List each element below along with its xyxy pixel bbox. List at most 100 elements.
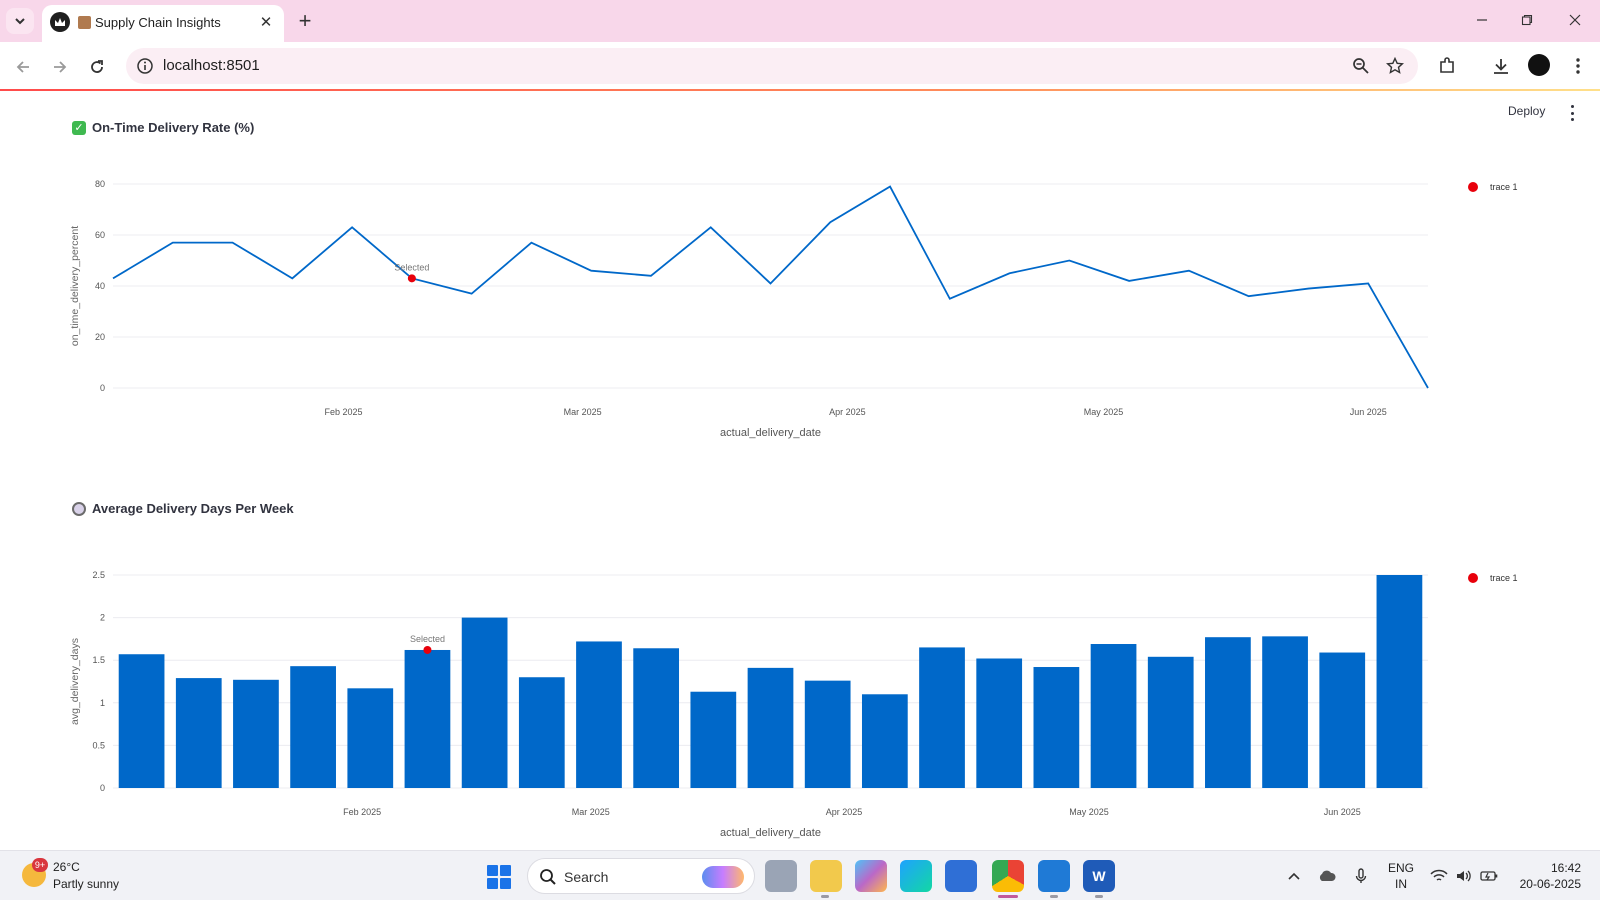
chart-ontime-line[interactable]: 0 20 40 60 80 Feb 2025 Mar 2025 Apr 2025 May 202…	[0, 91, 1600, 461]
legend-marker	[1468, 182, 1478, 192]
app-indicator	[821, 895, 829, 898]
weather-temp[interactable]: 26°C	[53, 860, 80, 874]
close-icon[interactable]: ✕	[256, 12, 276, 32]
bar	[1147, 656, 1194, 788]
bar	[747, 667, 794, 788]
zoom-icon[interactable]	[1350, 55, 1372, 77]
file-explorer-icon[interactable]	[810, 860, 842, 892]
store-icon[interactable]	[945, 860, 977, 892]
bar	[919, 647, 965, 788]
selected-label: Selected	[394, 262, 429, 272]
app-indicator	[1050, 895, 1058, 898]
bar	[576, 641, 622, 788]
x-tick-label: May 2025	[1084, 407, 1124, 417]
package-icon	[78, 16, 91, 29]
close-window-icon[interactable]	[1553, 6, 1597, 34]
y-tick-label: 0	[100, 783, 105, 793]
y-tick-label: 60	[95, 230, 105, 240]
app-indicator-active	[998, 895, 1018, 898]
legend-label: trace 1	[1490, 573, 1518, 583]
bar	[233, 679, 279, 788]
search-label: Search	[564, 869, 609, 885]
bookmark-star-icon[interactable]	[1384, 55, 1406, 77]
copilot-icon[interactable]	[855, 860, 887, 892]
bar	[518, 677, 565, 788]
x-tick-label: Apr 2025	[829, 407, 866, 417]
x-tick-label: Mar 2025	[572, 807, 610, 817]
y-axis-title: on_time_delivery_percent	[69, 226, 81, 346]
new-tab-button[interactable]: +	[292, 8, 318, 34]
restore-icon[interactable]	[1505, 6, 1549, 34]
legend-marker	[1468, 573, 1478, 583]
y-tick-label: 1	[100, 698, 105, 708]
browser-toolbar: localhost:8501	[0, 42, 1600, 90]
x-tick-label: Mar 2025	[564, 407, 602, 417]
clock-time: 16:42	[1550, 861, 1581, 875]
weather-condition[interactable]: Partly sunny	[53, 877, 119, 891]
browser-tab[interactable]: Supply Chain Insights ✕	[42, 5, 284, 42]
edge-icon[interactable]	[900, 860, 932, 892]
selected-label: Selected	[410, 634, 445, 644]
reload-icon[interactable]	[83, 53, 111, 81]
site-info-icon[interactable]	[136, 57, 154, 75]
y-tick-label: 40	[95, 281, 105, 291]
download-icon[interactable]	[1488, 53, 1514, 79]
y-tick-label: 1.5	[92, 655, 105, 665]
forward-icon[interactable]	[46, 53, 74, 81]
task-view-icon[interactable]	[765, 860, 797, 892]
x-tick-label: Feb 2025	[325, 407, 363, 417]
bar	[633, 648, 680, 788]
wifi-icon[interactable]	[1430, 867, 1448, 885]
search-highlight-icon	[702, 866, 744, 888]
taskbar-search[interactable]: Search	[527, 858, 755, 894]
x-axis-title: actual_delivery_date	[720, 427, 821, 439]
x-axis-title: actual_delivery_date	[720, 827, 821, 839]
bar	[461, 617, 508, 788]
app-indicator	[1095, 895, 1103, 898]
browser-tabstrip: Supply Chain Insights ✕ +	[0, 0, 1600, 42]
address-bar[interactable]: localhost:8501	[126, 48, 1418, 84]
weather-badge: 9+	[32, 858, 48, 872]
back-icon[interactable]	[9, 53, 37, 81]
series-line	[112, 185, 1429, 389]
onedrive-icon[interactable]	[1318, 867, 1336, 885]
microphone-icon[interactable]	[1352, 867, 1370, 885]
language-indicator[interactable]: ENG IN	[1388, 860, 1414, 892]
app-main: Deploy ✓ On-Time Delivery Rate (%) Avera…	[0, 91, 1600, 850]
url-text[interactable]: localhost:8501	[163, 57, 260, 74]
y-tick-label: 2.5	[92, 570, 105, 580]
x-tick-label: Apr 2025	[826, 807, 863, 817]
battery-icon[interactable]	[1480, 867, 1498, 885]
y-tick-label: 2	[100, 613, 105, 623]
bar	[1033, 667, 1080, 788]
tab-search-button[interactable]	[6, 8, 34, 34]
extensions-icon[interactable]	[1434, 53, 1460, 79]
selected-point	[407, 274, 416, 283]
avatar[interactable]	[1528, 54, 1550, 76]
bar	[861, 694, 908, 788]
lang-region: IN	[1395, 877, 1407, 891]
crown-icon	[50, 12, 70, 32]
y-tick-label: 20	[95, 332, 105, 342]
legend-label: trace 1	[1490, 182, 1518, 192]
y-tick-label: 0	[100, 383, 105, 393]
x-tick-label: Jun 2025	[1324, 807, 1361, 817]
chevron-up-icon[interactable]	[1285, 867, 1303, 885]
volume-icon[interactable]	[1455, 867, 1473, 885]
word-icon[interactable]: W	[1083, 860, 1115, 892]
system-clock[interactable]: 16:42 20-06-2025	[1515, 860, 1581, 892]
bar	[976, 658, 1023, 788]
vscode-icon[interactable]	[1038, 860, 1070, 892]
bar	[347, 688, 394, 788]
chart-avgdays-bar[interactable]: 0 0.5 1 1.5 2 2.5 Feb 2025 Mar 2025 Apr 2025 May …	[0, 471, 1600, 850]
windows-start-icon[interactable]	[487, 865, 511, 889]
minimize-icon[interactable]	[1460, 6, 1504, 34]
chevron-down-icon	[15, 18, 25, 25]
y-axis-title: avg_delivery_days	[69, 638, 81, 725]
bar	[118, 654, 165, 788]
bar	[1205, 637, 1251, 788]
bar	[175, 678, 222, 788]
chrome-icon[interactable]	[992, 860, 1024, 892]
browser-menu-icon[interactable]	[1565, 53, 1591, 79]
x-tick-label: Jun 2025	[1350, 407, 1387, 417]
